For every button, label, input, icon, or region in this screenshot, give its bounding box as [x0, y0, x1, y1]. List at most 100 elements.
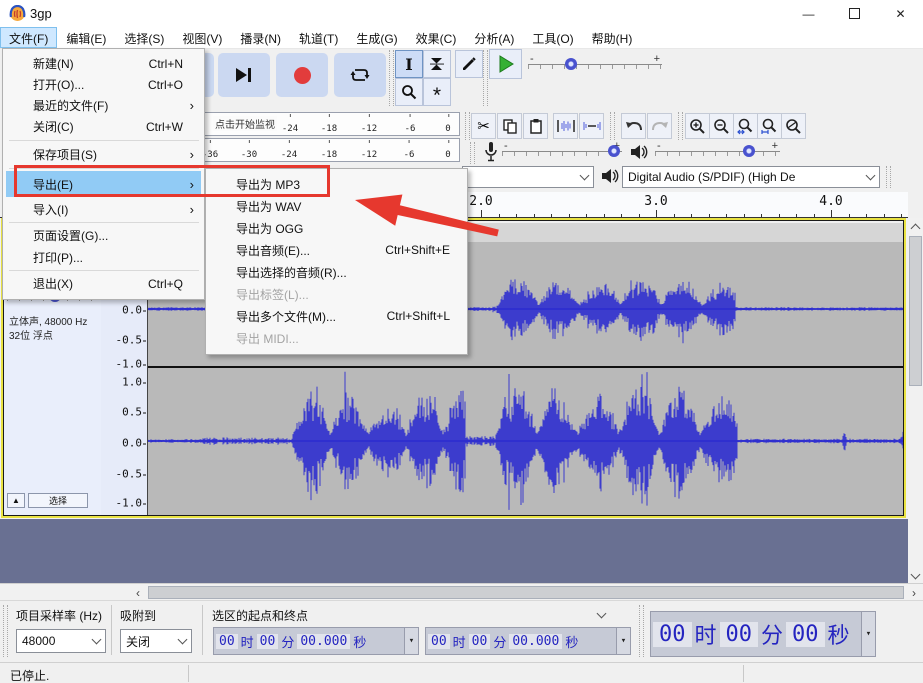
- slider-thumb[interactable]: [743, 145, 755, 157]
- menu-item-export-wav[interactable]: 导出为 WAV: [209, 195, 464, 217]
- hours-value[interactable]: 00: [428, 633, 450, 649]
- time-format-dropdown[interactable]: ▾: [861, 612, 875, 656]
- record-button[interactable]: [276, 53, 328, 97]
- fit-project-button[interactable]: [757, 113, 782, 139]
- menu-select[interactable]: 选择(S): [115, 27, 173, 48]
- menu-edit[interactable]: 编辑(E): [57, 27, 115, 48]
- menu-item-recent-files[interactable]: 最近的文件(F) ›: [6, 95, 201, 116]
- toolbar-grip[interactable]: [639, 605, 644, 657]
- menu-item-new[interactable]: 新建(N) Ctrl+N: [6, 53, 201, 74]
- seconds-value[interactable]: 00.000: [509, 633, 563, 649]
- zoom-tool-button[interactable]: [395, 78, 423, 106]
- selection-start-field[interactable]: 00 时 00 分 00.000 秒 ▾: [213, 627, 419, 655]
- scroll-up-button[interactable]: [908, 219, 923, 234]
- menu-effect[interactable]: 效果(C): [407, 27, 466, 48]
- title-bar: 3gp — ✕: [0, 0, 923, 27]
- vertical-scroll-thumb[interactable]: [909, 236, 922, 386]
- vertical-scrollbar[interactable]: [908, 218, 923, 583]
- loop-button[interactable]: [334, 53, 386, 97]
- toolbar-grip[interactable]: [465, 112, 470, 140]
- undo-button[interactable]: [621, 113, 646, 139]
- toolbar-grip[interactable]: [389, 50, 394, 106]
- menu-item-save-project[interactable]: 保存项目(S) ›: [6, 144, 201, 165]
- menu-item-open[interactable]: 打开(O)... Ctrl+O: [6, 74, 201, 95]
- play-speed-slider[interactable]: - +: [528, 53, 662, 71]
- scroll-left-button[interactable]: ‹: [130, 585, 146, 600]
- draw-tool-button[interactable]: [455, 50, 483, 78]
- seconds-value[interactable]: 00.000: [297, 633, 351, 649]
- selection-end-field[interactable]: 00 时 00 分 00.000 秒 ▾: [425, 627, 631, 655]
- menu-item-export-ogg[interactable]: 导出为 OGG: [209, 217, 464, 239]
- play-at-speed-button[interactable]: [489, 49, 522, 79]
- collapse-track-button[interactable]: ▲: [7, 493, 25, 508]
- menu-item-export-mp3[interactable]: 导出为 MP3: [209, 173, 464, 195]
- horizontal-scroll-thumb[interactable]: [148, 586, 904, 599]
- menu-file[interactable]: 文件(F): [0, 27, 58, 48]
- toolbar-grip[interactable]: [610, 112, 615, 140]
- recording-meter[interactable]: 点击开始监视 -24 -18 -12 -6 0: [202, 112, 460, 136]
- paste-button[interactable]: [523, 113, 548, 139]
- menu-item-import[interactable]: 导入(I) ›: [6, 199, 201, 220]
- zoom-selection-button[interactable]: [733, 113, 758, 139]
- hours-value[interactable]: 00: [216, 633, 238, 649]
- menu-item-export-audio[interactable]: 导出音频(E)... Ctrl+Shift+E: [209, 239, 464, 261]
- toolbar-grip[interactable]: [886, 166, 891, 188]
- skip-to-end-button[interactable]: [218, 53, 270, 97]
- minutes-value[interactable]: 00: [256, 633, 279, 649]
- multi-tool-button[interactable]: *: [423, 78, 451, 106]
- track-select-button[interactable]: 选择: [28, 493, 88, 508]
- slider-thumb[interactable]: [565, 58, 577, 70]
- scroll-down-button[interactable]: [908, 567, 923, 582]
- maximize-button[interactable]: [832, 0, 877, 27]
- chevron-down-icon[interactable]: [596, 608, 607, 619]
- menu-item-exit[interactable]: 退出(X) Ctrl+Q: [6, 273, 201, 294]
- zoom-out-button[interactable]: [709, 113, 734, 139]
- menu-help[interactable]: 帮助(H): [583, 27, 642, 48]
- envelope-tool-button[interactable]: [423, 50, 451, 78]
- close-button[interactable]: ✕: [878, 0, 923, 27]
- cut-button[interactable]: ✂: [471, 113, 496, 139]
- minutes-value[interactable]: 00: [468, 633, 491, 649]
- menu-tools[interactable]: 工具(O): [523, 27, 582, 48]
- selection-tool-button[interactable]: I: [395, 50, 423, 78]
- trim-audio-button[interactable]: [553, 113, 578, 139]
- menu-item-export[interactable]: 导出(E) ›: [6, 171, 201, 197]
- hours-value[interactable]: 00: [653, 621, 692, 647]
- playback-meter[interactable]: -36 -30 -24 -18 -12 -6 0: [202, 138, 460, 162]
- snap-to-select[interactable]: 关闭: [120, 629, 192, 653]
- copy-button[interactable]: [497, 113, 522, 139]
- minimize-button[interactable]: —: [786, 0, 831, 27]
- menu-item-export-multiple[interactable]: 导出多个文件(M)... Ctrl+Shift+L: [209, 305, 464, 327]
- zoom-in-button[interactable]: [685, 113, 710, 139]
- menu-item-page-setup[interactable]: 页面设置(G)...: [6, 225, 201, 246]
- recording-device-select[interactable]: [462, 166, 594, 188]
- menu-item-print[interactable]: 打印(P)...: [6, 247, 201, 268]
- time-format-dropdown[interactable]: ▾: [404, 628, 418, 654]
- playback-device-select[interactable]: Digital Audio (S/PDIF) (High De: [622, 166, 880, 188]
- menu-generate[interactable]: 生成(G): [347, 27, 406, 48]
- audio-position-field[interactable]: 00 时 00 分 00 秒 ▾: [650, 611, 876, 657]
- transport-button-partial[interactable]: [205, 53, 214, 97]
- toolbar-grip[interactable]: [483, 50, 488, 106]
- minutes-value[interactable]: 00: [719, 621, 759, 647]
- scroll-right-button[interactable]: ›: [906, 585, 922, 600]
- toolbar-grip[interactable]: [3, 605, 8, 657]
- toolbar-grip[interactable]: [470, 142, 475, 164]
- silence-audio-button[interactable]: [579, 113, 604, 139]
- recording-volume-slider[interactable]: - +: [502, 140, 622, 158]
- slider-thumb[interactable]: [608, 145, 620, 157]
- menu-analyze[interactable]: 分析(A): [465, 27, 523, 48]
- toolbar-grip[interactable]: [678, 112, 683, 140]
- menu-transport[interactable]: 播录(N): [231, 27, 290, 48]
- menu-view[interactable]: 视图(V): [173, 27, 231, 48]
- project-rate-select[interactable]: 48000: [16, 629, 106, 653]
- redo-button[interactable]: [647, 113, 672, 139]
- menu-item-export-selected-audio[interactable]: 导出选择的音频(R)...: [209, 261, 464, 283]
- horizontal-scrollbar[interactable]: ‹ ›: [0, 583, 923, 600]
- zoom-toggle-button[interactable]: [781, 113, 806, 139]
- playback-volume-slider[interactable]: - +: [655, 140, 780, 158]
- menu-item-close[interactable]: 关闭(C) Ctrl+W: [6, 116, 201, 137]
- time-format-dropdown[interactable]: ▾: [616, 628, 630, 654]
- menu-tracks[interactable]: 轨道(T): [290, 27, 347, 48]
- seconds-value[interactable]: 00: [786, 621, 825, 647]
